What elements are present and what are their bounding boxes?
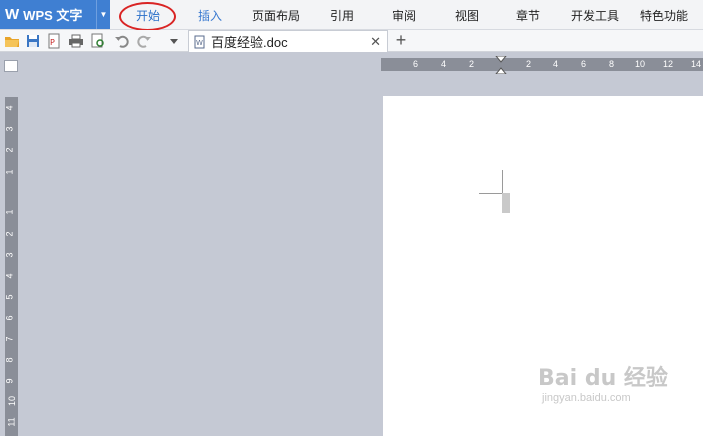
horizontal-ruler[interactable]: 6 4 2 2 4 6 8 10 12 14 bbox=[381, 56, 703, 74]
tab-view[interactable]: 视图 bbox=[447, 0, 487, 30]
watermark-url: jingyan.baidu.com bbox=[542, 392, 631, 404]
ruler-tick: 10 bbox=[7, 395, 18, 407]
margin-corner-mark bbox=[479, 193, 503, 194]
vertical-ruler[interactable]: 4 3 2 1 1 2 3 4 5 6 7 8 9 10 11 bbox=[5, 97, 18, 436]
ruler-tick: 3 bbox=[4, 126, 15, 132]
tab-section[interactable]: 章节 bbox=[508, 0, 548, 30]
svg-text:W: W bbox=[196, 39, 203, 47]
indent-marker-icon[interactable] bbox=[495, 56, 507, 74]
document-icon: W bbox=[194, 35, 205, 48]
undo-icon[interactable] bbox=[114, 33, 130, 49]
ruler-tick: 4 bbox=[441, 59, 447, 69]
margin-corner-mark bbox=[502, 170, 503, 193]
tab-review[interactable]: 审阅 bbox=[384, 0, 424, 30]
watermark-logo: Bai du 经验 bbox=[538, 366, 668, 391]
ruler-tick: 8 bbox=[4, 357, 15, 363]
ruler-tick: 8 bbox=[609, 59, 615, 69]
menu-bar: W WPS 文字 ▼ 开始 插入 页面布局 引用 审阅 视图 章节 开发工具 特… bbox=[0, 0, 703, 31]
ruler-tick: 7 bbox=[4, 336, 15, 342]
ruler-tick: 11 bbox=[6, 417, 17, 427]
print-icon[interactable] bbox=[68, 33, 84, 49]
ruler-tick: 10 bbox=[635, 59, 646, 69]
ruler-tick: 12 bbox=[663, 59, 674, 69]
red-highlight-ellipse bbox=[119, 2, 176, 31]
open-folder-icon[interactable] bbox=[4, 33, 20, 49]
document-tab-title: 百度经验.doc bbox=[211, 35, 288, 50]
chevron-down-icon[interactable]: ▼ bbox=[96, 0, 110, 29]
tab-insert[interactable]: 插入 bbox=[190, 0, 230, 30]
app-menu-button[interactable]: W WPS 文字 ▼ bbox=[0, 0, 110, 29]
ruler-tick: 2 bbox=[526, 59, 532, 69]
tab-references[interactable]: 引用 bbox=[322, 0, 362, 30]
tab-developer[interactable]: 开发工具 bbox=[564, 0, 626, 30]
ruler-tick: 1 bbox=[4, 209, 15, 215]
ruler-tick: 6 bbox=[581, 59, 587, 69]
ruler-tick: 4 bbox=[4, 105, 15, 111]
ruler-bar bbox=[381, 58, 703, 71]
baidu-watermark: Bai du 经验 jingyan.baidu.com bbox=[538, 360, 678, 420]
ruler-tick: 4 bbox=[553, 59, 559, 69]
ruler-tick: 2 bbox=[469, 59, 475, 69]
tab-page-layout[interactable]: 页面布局 bbox=[245, 0, 307, 30]
export-pdf-icon[interactable]: P bbox=[46, 33, 62, 49]
ruler-tick: 4 bbox=[4, 273, 15, 279]
tab-stop-selector[interactable] bbox=[4, 60, 18, 72]
plus-icon[interactable]: + bbox=[392, 30, 410, 52]
document-tab[interactable]: W 百度经验.doc ✕ bbox=[188, 30, 388, 52]
wps-logo: W bbox=[5, 6, 19, 23]
save-icon[interactable] bbox=[25, 33, 41, 49]
ruler-tick: 9 bbox=[4, 378, 15, 384]
ruler-tick: 14 bbox=[691, 59, 702, 69]
ruler-tick: 6 bbox=[4, 315, 15, 321]
customize-toolbar-icon[interactable] bbox=[166, 33, 182, 49]
redo-icon[interactable] bbox=[136, 33, 152, 49]
app-title: WPS 文字 bbox=[23, 8, 83, 23]
ruler-tick: 3 bbox=[4, 252, 15, 258]
ruler-tick: 1 bbox=[4, 169, 15, 175]
ruler-tick: 5 bbox=[4, 294, 15, 300]
close-icon[interactable]: ✕ bbox=[370, 34, 381, 50]
text-cursor bbox=[502, 193, 510, 213]
ruler-tick: 2 bbox=[4, 147, 15, 153]
ruler-tick: 2 bbox=[4, 231, 15, 237]
tab-features[interactable]: 特色功能 bbox=[633, 0, 695, 30]
svg-text:P: P bbox=[50, 38, 55, 47]
ruler-tick: 6 bbox=[413, 59, 419, 69]
print-preview-icon[interactable] bbox=[90, 33, 106, 49]
